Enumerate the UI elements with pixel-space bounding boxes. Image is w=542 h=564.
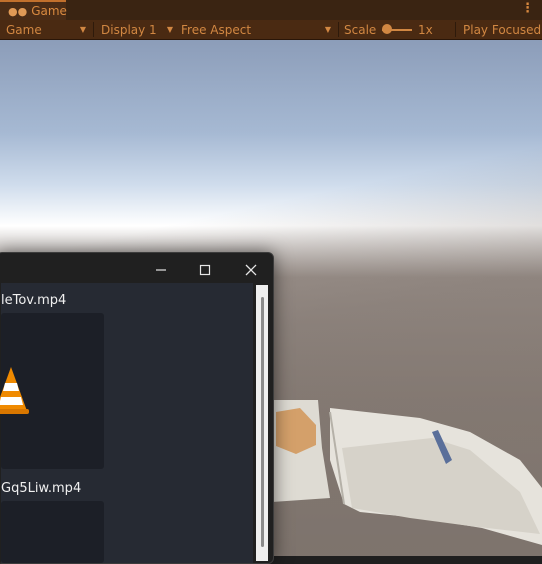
- scale-slider-handle[interactable]: [382, 24, 392, 34]
- maximize-icon: [199, 264, 211, 276]
- toolbar-divider: [455, 22, 456, 37]
- chevron-down-icon: ▼: [79, 25, 86, 34]
- minimize-icon: [156, 269, 166, 271]
- file-browser-window: leTov.mp4 Gq5Liw.mp4: [0, 252, 274, 564]
- aspect-dropdown[interactable]: Free Aspect ▼: [181, 20, 333, 39]
- tab-game[interactable]: ●● Game: [0, 0, 67, 20]
- play-mode-dropdown[interactable]: Play Focused: [463, 20, 541, 39]
- scrollbar[interactable]: [256, 285, 268, 561]
- display-label: Display 1: [101, 22, 157, 37]
- chevron-down-icon: ▼: [166, 25, 173, 34]
- toolbar-divider: [93, 22, 94, 37]
- file-name[interactable]: Gq5Liw.mp4: [1, 481, 81, 496]
- file-thumbnail[interactable]: [1, 501, 104, 563]
- more-options-icon[interactable]: ⋮: [521, 1, 534, 16]
- minimize-button[interactable]: [141, 258, 181, 282]
- tab-game-label: Game: [31, 4, 67, 18]
- aspect-label: Free Aspect: [181, 22, 252, 37]
- close-icon: [245, 264, 257, 276]
- file-thumbnail[interactable]: [0, 313, 104, 469]
- chevron-down-icon: ▼: [324, 25, 331, 34]
- display-dropdown[interactable]: Display 1 ▼: [101, 20, 173, 39]
- tab-strip: ●● Game ⋮: [0, 0, 542, 21]
- file-list: leTov.mp4 Gq5Liw.mp4: [0, 283, 253, 563]
- view-mode-dropdown[interactable]: Game ▼: [6, 20, 88, 39]
- view-mode-label: Game: [6, 22, 42, 37]
- game-view-toolbar: Game ▼ Display 1 ▼ Free Aspect ▼ Scale 1…: [0, 20, 542, 40]
- scrollbar-thumb[interactable]: [261, 297, 264, 547]
- close-button[interactable]: [231, 258, 271, 282]
- scale-label: Scale: [344, 22, 377, 37]
- maximize-button[interactable]: [185, 258, 225, 282]
- file-name[interactable]: leTov.mp4: [1, 293, 66, 308]
- vlc-cone-icon: [0, 367, 29, 414]
- scale-value: 1x: [418, 22, 433, 37]
- gamepad-icon: ●●: [8, 4, 28, 18]
- toolbar-divider: [338, 22, 339, 37]
